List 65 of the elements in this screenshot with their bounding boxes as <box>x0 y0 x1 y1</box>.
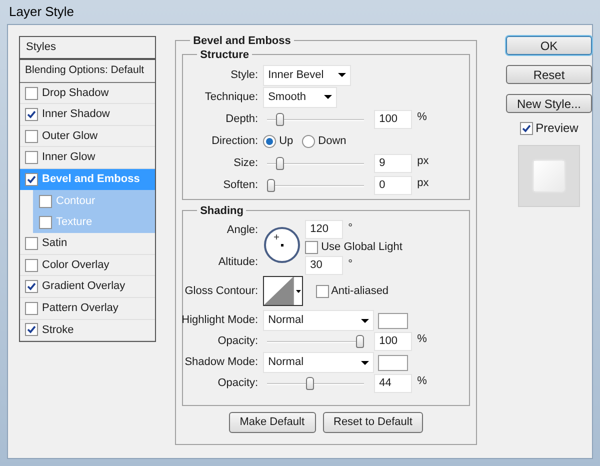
field-label: Size: <box>232 156 260 171</box>
input-field[interactable]: 100 <box>374 332 412 351</box>
checkbox-label: Preview <box>536 120 578 137</box>
unit-label: % <box>417 374 427 390</box>
field-label: Opacity: <box>216 334 260 350</box>
list-item[interactable]: Gradient Overlay <box>20 276 156 298</box>
unit-label: ° <box>348 256 352 272</box>
dialog-button[interactable]: Reset <box>506 65 592 84</box>
window-title: Layer Style <box>9 3 74 22</box>
item-label: Color Overlay <box>42 258 110 273</box>
input-field[interactable]: 120 <box>305 220 344 239</box>
item-label: Stroke <box>42 322 74 338</box>
radio-label: Up <box>279 134 294 149</box>
item-label: Contour <box>56 194 96 209</box>
field-label: Style: <box>230 68 260 83</box>
item-label: Gradient Overlay <box>42 279 126 294</box>
item-label: Satin <box>42 236 68 252</box>
field-label: Angle: <box>226 223 258 238</box>
list-item[interactable]: Color Overlay <box>20 254 156 276</box>
item-label: Bevel and Emboss <box>42 172 140 188</box>
field-label: Altitude: <box>218 254 258 270</box>
unit-label: % <box>417 332 427 348</box>
unit-label: px <box>417 176 429 191</box>
list-item[interactable]: Stroke <box>20 320 156 342</box>
list-item[interactable]: Drop Shadow <box>20 82 156 104</box>
item-label: Texture <box>56 215 92 230</box>
field-label: Direction: <box>210 134 260 149</box>
list-item[interactable]: Blending Options: Default <box>20 60 156 83</box>
field-label: Highlight Mode: <box>180 313 260 328</box>
radio-label: Down <box>318 134 346 149</box>
input-field[interactable]: 100 <box>374 110 412 128</box>
item-label: Pattern Overlay <box>42 301 118 316</box>
checkbox-label: Use Global Light <box>321 240 402 255</box>
dialog-button[interactable]: New Style... <box>506 94 592 113</box>
list-item[interactable]: Pattern Overlay <box>20 298 156 320</box>
unit-label: px <box>417 154 429 169</box>
list-header: Styles <box>20 37 156 60</box>
input-field[interactable]: 30 <box>305 256 344 274</box>
field-label: Technique: <box>204 90 260 105</box>
field-label: Depth: <box>224 112 260 127</box>
checkbox-label: Anti-aliased <box>331 284 389 299</box>
list-item[interactable]: Inner Shadow <box>20 104 156 126</box>
field-label: Opacity: <box>216 376 260 392</box>
button[interactable]: Reset to Default <box>322 412 424 433</box>
unit-label: % <box>417 110 427 125</box>
field-label: Gloss Contour: <box>184 284 260 299</box>
input-field[interactable]: 44 <box>374 374 412 393</box>
input-field[interactable]: 0 <box>374 176 412 194</box>
item-label: Outer Glow <box>42 128 98 144</box>
item-label: Inner Shadow <box>42 107 110 122</box>
dropdown[interactable]: Normal <box>263 310 374 331</box>
button[interactable]: Make Default <box>228 412 316 433</box>
item-label: Drop Shadow <box>42 86 109 101</box>
dropdown[interactable]: Normal <box>263 352 374 373</box>
dropdown[interactable]: Smooth <box>263 86 338 108</box>
input-field[interactable]: 9 <box>374 154 412 172</box>
item-label: Inner Glow <box>42 150 96 166</box>
list-item[interactable]: Outer Glow <box>20 126 156 148</box>
dialog-button[interactable]: OK <box>506 36 592 55</box>
list-item[interactable]: Satin <box>20 233 156 255</box>
field-label: Shadow Mode: <box>184 355 260 370</box>
unit-label: ° <box>348 221 352 236</box>
group-title: Shading <box>197 203 246 220</box>
dropdown[interactable]: Inner Bevel <box>263 64 352 86</box>
field-label: Soften: <box>222 178 260 193</box>
